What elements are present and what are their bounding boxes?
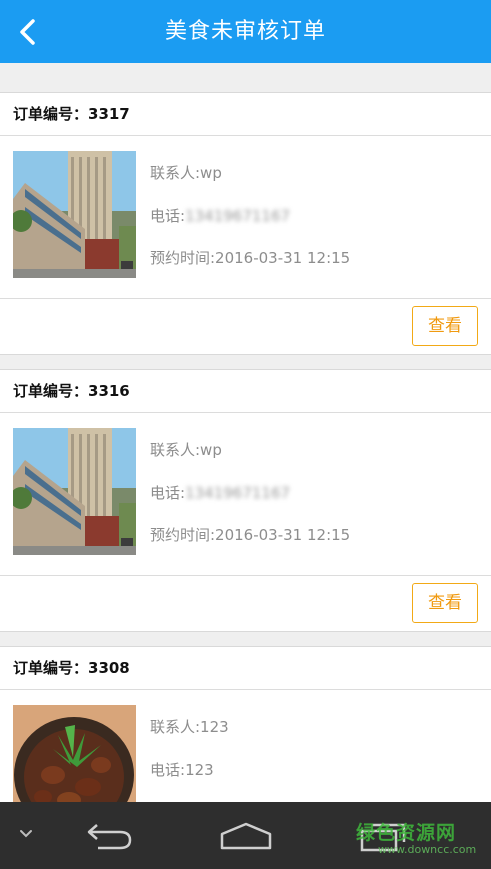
reservation-time: 预约时间:2016-03-31 12:15	[150, 526, 351, 544]
order-number: 订单编号：3317	[0, 93, 491, 136]
order-number: 订单编号：3316	[0, 370, 491, 413]
contact-text: 联系人:wp	[150, 441, 222, 459]
view-button[interactable]: 查看	[412, 583, 478, 623]
view-button[interactable]: 查看	[412, 306, 478, 346]
order-number: 订单编号：3308	[0, 647, 491, 690]
reservation-time: 预约时间:2016-03-31 12:15	[150, 249, 351, 267]
phone-value: 13419671167	[185, 484, 291, 502]
phone-line: 电话:13419671167	[150, 205, 290, 226]
phone-value: 13419671167	[185, 207, 291, 225]
phone-label: 电话:	[150, 761, 186, 779]
phone-label: 电话:	[150, 207, 186, 225]
contact-text: 联系人:123	[150, 718, 229, 736]
phone-line: 电话:123	[150, 759, 214, 780]
restaurant-photo	[13, 151, 136, 278]
phone-line: 电话:13419671167	[150, 482, 290, 503]
order-body[interactable]: 联系人:wp 电话:13419671167 预约时间:2016-03-31 12…	[0, 136, 491, 299]
page-title: 美食未审核订单	[164, 19, 326, 44]
nav-home-button[interactable]	[219, 820, 273, 856]
nav-back-button[interactable]	[84, 820, 134, 854]
title-bar: 美食未审核订单	[0, 0, 491, 63]
order-card: 订单编号：3316 联系人:wp 电话:13419671167 预约时间:201…	[0, 369, 491, 632]
phone-value: 123	[185, 761, 214, 779]
order-footer: 查看	[0, 576, 491, 631]
chevron-down-icon	[20, 830, 32, 838]
back-icon	[87, 824, 132, 850]
restaurant-photo	[13, 428, 136, 555]
watermark-logo-text: 绿色资源网	[356, 822, 457, 844]
contact-text: 联系人:wp	[150, 164, 222, 182]
phone-label: 电话:	[150, 484, 186, 502]
home-icon	[220, 822, 272, 850]
order-card: 订单编号：3317 联系人:wp 电话:13419671167 预约时间:201…	[0, 92, 491, 355]
order-body[interactable]: 联系人:wp 电话:13419671167 预约时间:2016-03-31 12…	[0, 413, 491, 576]
hide-keyboard-button[interactable]	[14, 824, 38, 848]
order-footer: 查看	[0, 299, 491, 354]
watermark-url: www.downcc.com	[378, 843, 477, 856]
